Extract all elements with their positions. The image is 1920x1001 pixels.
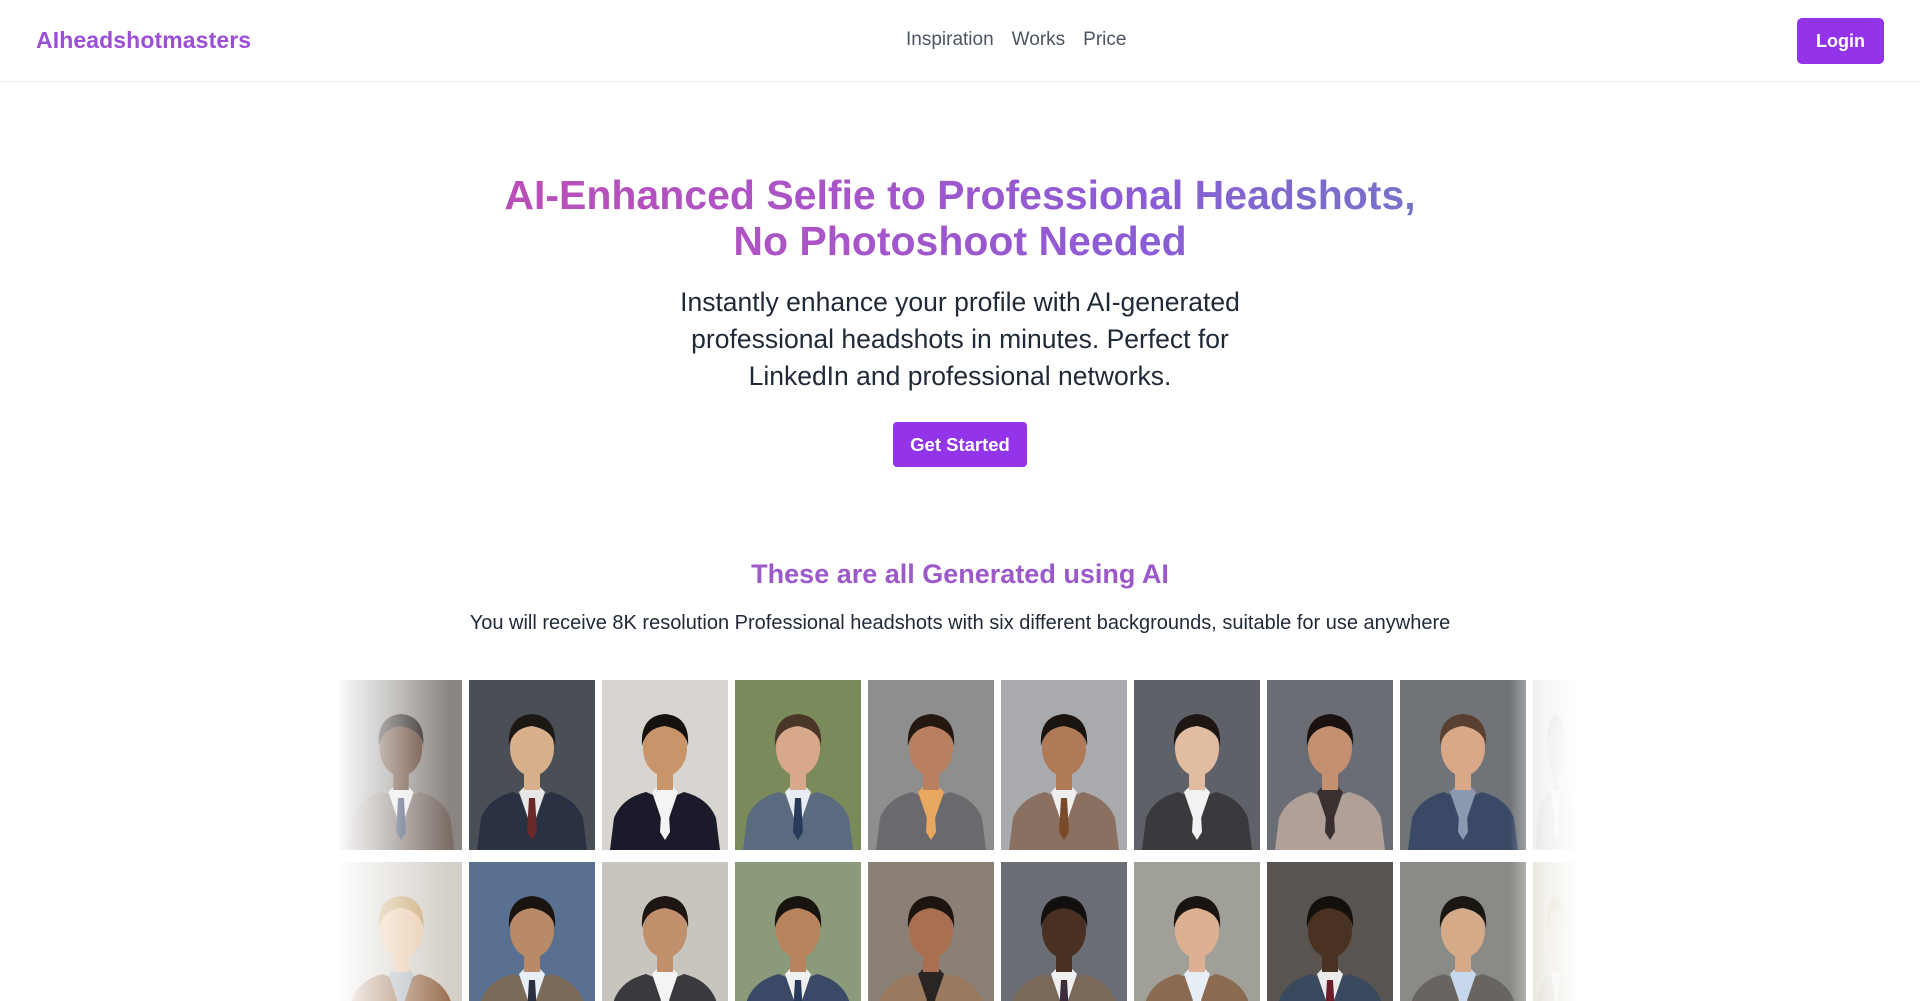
- gallery-row-1: [340, 680, 1579, 850]
- gallery-title: These are all Generated using AI: [751, 559, 1169, 589]
- gallery-subtitle: You will receive 8K resolution Professio…: [469, 612, 1451, 634]
- headshot-photo: [340, 680, 462, 850]
- headshot-photo: [602, 680, 728, 850]
- nav-link-inspiration[interactable]: Inspiration: [906, 29, 994, 51]
- site-logo[interactable]: AIheadshotmasters: [36, 27, 251, 54]
- hero-subtitle-line1: Instantly enhance your profile with AI-g…: [680, 287, 1240, 317]
- headshot-photo: [1267, 862, 1393, 1001]
- hero-subtitle-line3: LinkedIn and professional networks.: [748, 361, 1172, 391]
- headshot-photo: [1134, 862, 1260, 1001]
- nav-link-works[interactable]: Works: [1012, 29, 1065, 51]
- headshot-photo: [469, 862, 595, 1001]
- headshot-photo: [1001, 862, 1127, 1001]
- main-nav: Inspiration Works Price: [906, 29, 1126, 51]
- headshot-photo: [1267, 680, 1393, 850]
- headshot-photo: [735, 862, 861, 1001]
- hero-subtitle-line2: professional headshots in minutes. Perfe…: [691, 324, 1229, 354]
- headshot-photo: [1001, 680, 1127, 850]
- headshot-photo: [340, 862, 462, 1001]
- nav-link-price[interactable]: Price: [1083, 29, 1126, 51]
- headshot-photo: [602, 862, 728, 1001]
- headshot-photo: [868, 680, 994, 850]
- headshot-photo: [1400, 680, 1526, 850]
- headshot-photo: [1533, 862, 1579, 1001]
- hero-subtitle: Instantly enhance your profile with AI-g…: [560, 284, 1360, 395]
- gallery-row-2: [340, 862, 1579, 1001]
- headshot-gallery: [340, 680, 1580, 1001]
- headshot-photo: [1400, 862, 1526, 1001]
- headshot-photo: [868, 862, 994, 1001]
- get-started-button[interactable]: Get Started: [893, 422, 1027, 467]
- login-button[interactable]: Login: [1797, 18, 1884, 64]
- headshot-photo: [469, 680, 595, 850]
- hero-title: AI-Enhanced Selfie to Professional Heads…: [360, 172, 1560, 264]
- top-navbar: AIheadshotmasters Inspiration Works Pric…: [0, 0, 1920, 82]
- hero-title-line2: No Photoshoot Needed: [733, 218, 1187, 264]
- headshot-photo: [1533, 680, 1579, 850]
- headshot-photo: [1134, 680, 1260, 850]
- headshot-photo: [735, 680, 861, 850]
- hero-title-line1: AI-Enhanced Selfie to Professional Heads…: [504, 172, 1416, 218]
